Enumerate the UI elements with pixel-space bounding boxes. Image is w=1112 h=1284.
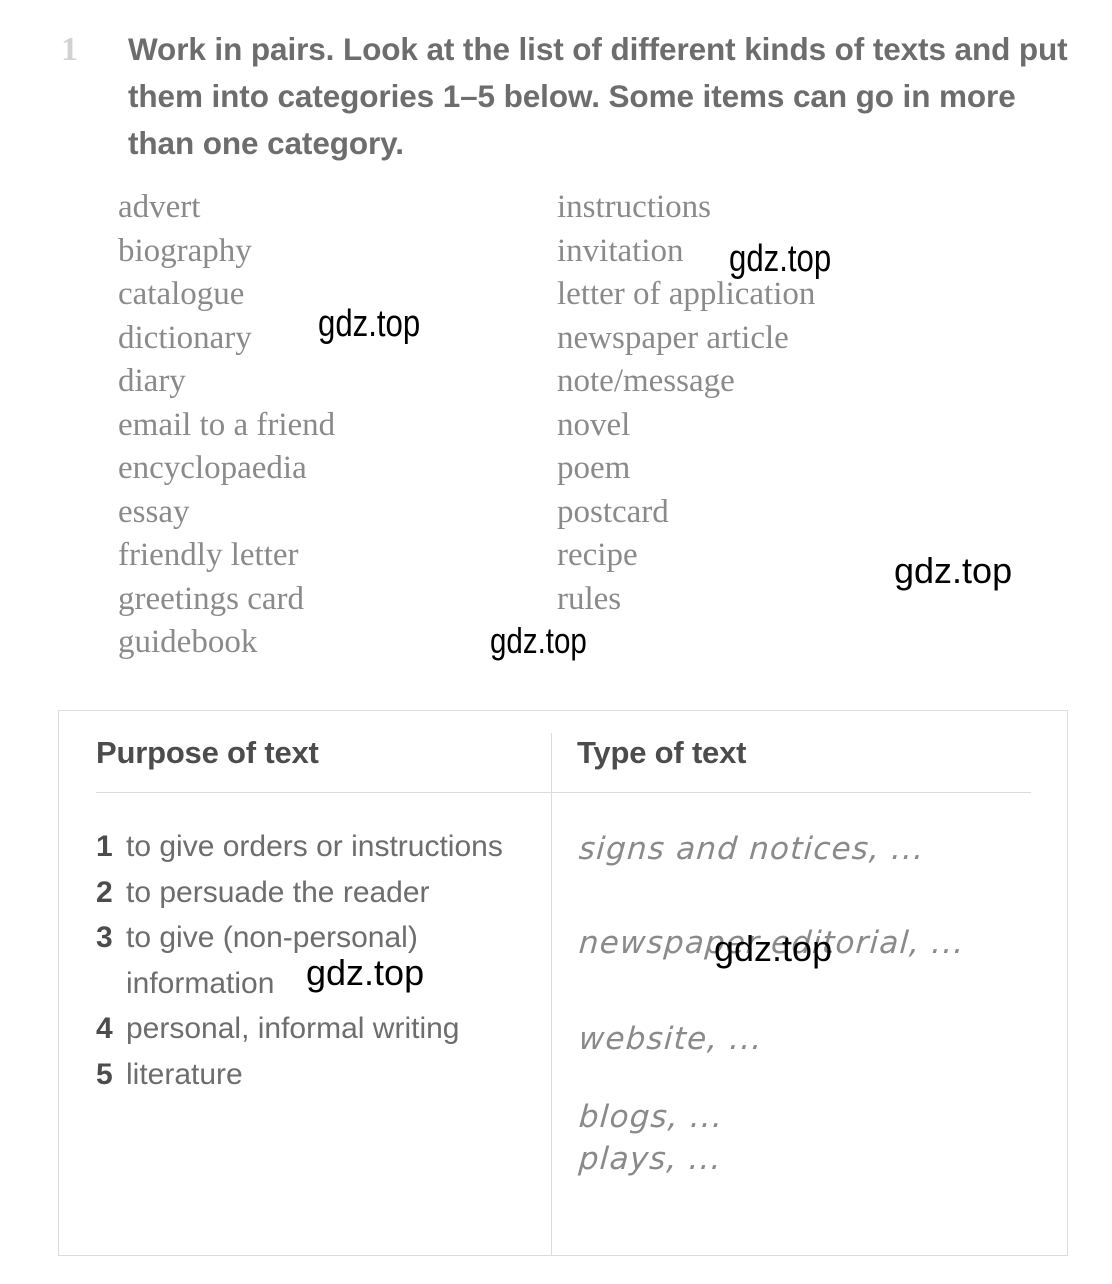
word-item: catalogue bbox=[118, 276, 245, 312]
exercise-header: 1 Work in pairs. Look at the list of dif… bbox=[0, 26, 1112, 167]
word-item: guidebook bbox=[118, 624, 258, 660]
word-item: dictionary bbox=[118, 319, 252, 356]
word-list-left-column: advert biography catalogue dictionary diary e… bbox=[118, 186, 335, 665]
word-item: poem bbox=[557, 450, 631, 486]
table-header-divider bbox=[96, 792, 1031, 793]
word-item: encyclopaedia bbox=[118, 450, 307, 486]
table-header-row: Purpose of text Type of text bbox=[59, 711, 1067, 793]
exercise-number: 1 bbox=[61, 31, 78, 68]
watermark: gdz.top bbox=[306, 952, 425, 993]
word-item: email to a friend bbox=[118, 406, 336, 443]
word-item: diary bbox=[118, 363, 186, 399]
purpose-item: 4 personal, informal writing bbox=[96, 1006, 536, 1052]
word-item: instructions bbox=[557, 189, 711, 225]
word-item: advert bbox=[118, 189, 201, 225]
watermark: gdz.top bbox=[714, 928, 833, 969]
purpose-item: 1 to give orders or instructions bbox=[96, 824, 536, 870]
word-item: postcard bbox=[557, 493, 669, 530]
purpose-item-number: 1 bbox=[96, 830, 113, 863]
exercise-instruction: Work in pairs. Look at the list of diffe… bbox=[128, 31, 1068, 161]
word-item: greetings card bbox=[118, 580, 304, 617]
watermark: gdz.top bbox=[729, 238, 832, 280]
word-item: recipe bbox=[557, 537, 638, 573]
purpose-item-label: personal, informal writing bbox=[126, 1012, 460, 1045]
purpose-item-number: 5 bbox=[96, 1057, 113, 1091]
purpose-item-number: 3 bbox=[96, 921, 113, 954]
type-example: blogs, ... bbox=[577, 1099, 725, 1135]
word-list: advert biography catalogue dictionary diary e… bbox=[0, 186, 1112, 686]
word-item: newspaper article bbox=[557, 319, 789, 356]
type-example: website, ... bbox=[577, 1021, 765, 1057]
table-column-divider bbox=[551, 733, 552, 1255]
categories-table: Purpose of text Type of text 1 to give or… bbox=[58, 710, 1068, 1256]
word-item: essay bbox=[118, 493, 190, 530]
word-item: biography bbox=[118, 232, 252, 269]
watermark: gdz.top bbox=[490, 620, 587, 661]
watermark: gdz.top bbox=[318, 303, 421, 345]
purpose-item-number: 2 bbox=[96, 875, 113, 909]
column-header-type-of-text: Type of text bbox=[577, 735, 747, 770]
purpose-item-label: to give orders or instructions bbox=[126, 830, 503, 863]
word-item: note/message bbox=[557, 363, 735, 399]
purpose-item: 5 literature bbox=[96, 1052, 536, 1098]
purpose-item: 2 to persuade the reader bbox=[96, 870, 536, 916]
watermark: gdz.top bbox=[894, 550, 1013, 591]
column-header-purpose-of-text: Purpose of text bbox=[96, 735, 319, 770]
word-item: rules bbox=[557, 580, 622, 617]
type-example: plays, ... bbox=[577, 1141, 724, 1177]
word-item: novel bbox=[557, 406, 631, 443]
purpose-item-label: to persuade the reader bbox=[126, 875, 430, 909]
type-example: signs and notices, ... bbox=[577, 831, 926, 867]
purpose-item-label: literature bbox=[126, 1057, 243, 1091]
word-item: friendly letter bbox=[118, 537, 299, 573]
purpose-item-number: 4 bbox=[96, 1012, 113, 1045]
